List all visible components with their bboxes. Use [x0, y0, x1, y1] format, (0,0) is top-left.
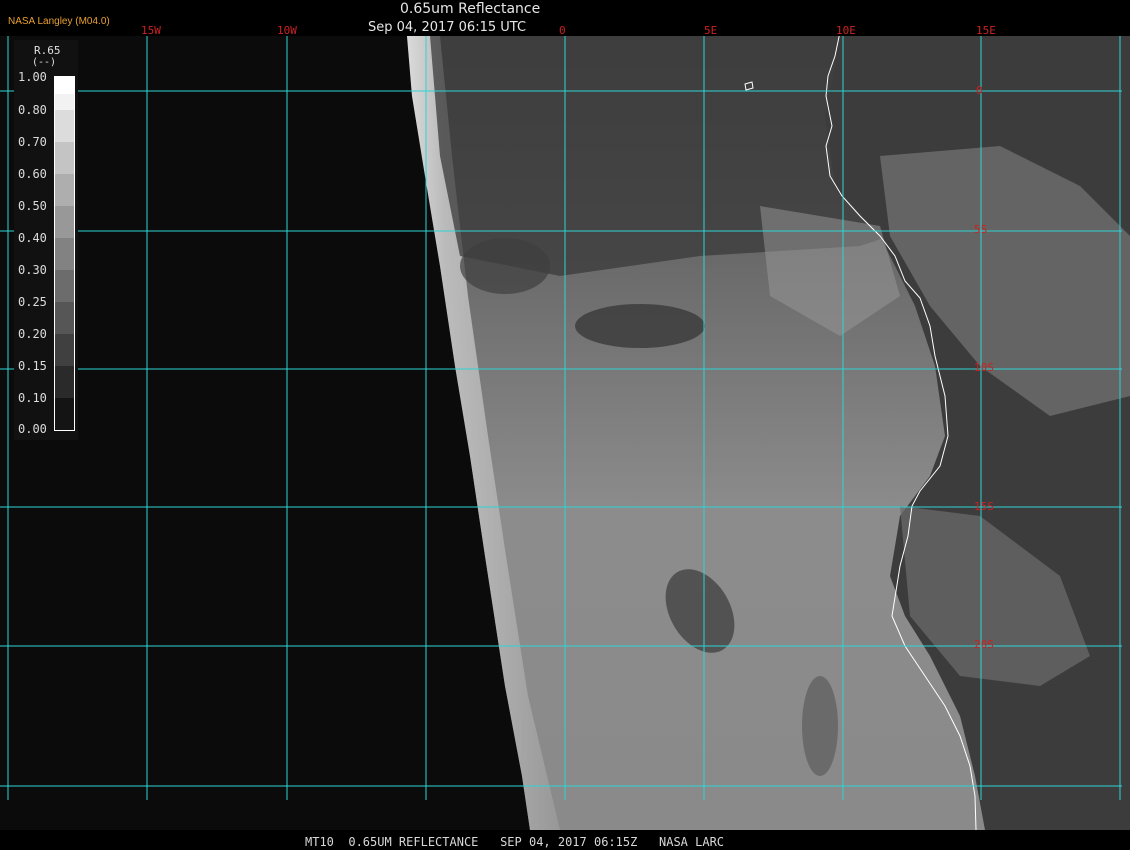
colorbar-tick: 1.00 — [18, 70, 47, 84]
lat-label-0: 0 — [976, 84, 983, 97]
header-bar: NASA Langley (M04.0) 0.65um Reflectance … — [0, 0, 1130, 37]
colorbar-tick: 0.70 — [18, 135, 47, 149]
colorbar-tick: 0.40 — [18, 231, 47, 245]
footer-bar: MT10 0.65UM REFLECTANCE SEP 04, 2017 06:… — [0, 830, 1130, 850]
lat-label-5s: 5S — [974, 223, 988, 236]
colorbar-legend: R.65 (--) 1.00 0.80 0.70 0.60 0.50 0.40 … — [14, 40, 78, 440]
colorbar-tick: 0.25 — [18, 295, 47, 309]
lat-label-15s: 15S — [974, 500, 994, 513]
lat-label-20s: 20S — [974, 638, 994, 651]
satellite-image[interactable]: 0 5S 10S 15S 20S — [0, 36, 1130, 830]
colorbar-scale — [54, 76, 75, 431]
colorbar-tick: 0.15 — [18, 359, 47, 373]
colorbar-variable: R.65 — [34, 44, 61, 57]
colorbar-tick: 0.20 — [18, 327, 47, 341]
organization-label: NASA Langley (M04.0) — [8, 16, 110, 27]
colorbar-tick: 0.50 — [18, 199, 47, 213]
image-datetime: Sep 04, 2017 06:15 UTC — [368, 20, 527, 35]
footer-caption: MT10 0.65UM REFLECTANCE SEP 04, 2017 06:… — [305, 835, 725, 849]
colorbar-tick: 0.10 — [18, 391, 47, 405]
lat-label-10s: 10S — [974, 361, 994, 374]
colorbar-tick: 0.60 — [18, 167, 47, 181]
colorbar-tick: 0.80 — [18, 103, 47, 117]
product-title: 0.65um Reflectance — [400, 1, 541, 17]
earth-disk — [407, 36, 1130, 830]
colorbar-tick: 0.30 — [18, 263, 47, 277]
map-svg — [0, 36, 1130, 830]
colorbar-unit: (--) — [32, 57, 57, 68]
colorbar-tick: 0.00 — [18, 422, 47, 436]
